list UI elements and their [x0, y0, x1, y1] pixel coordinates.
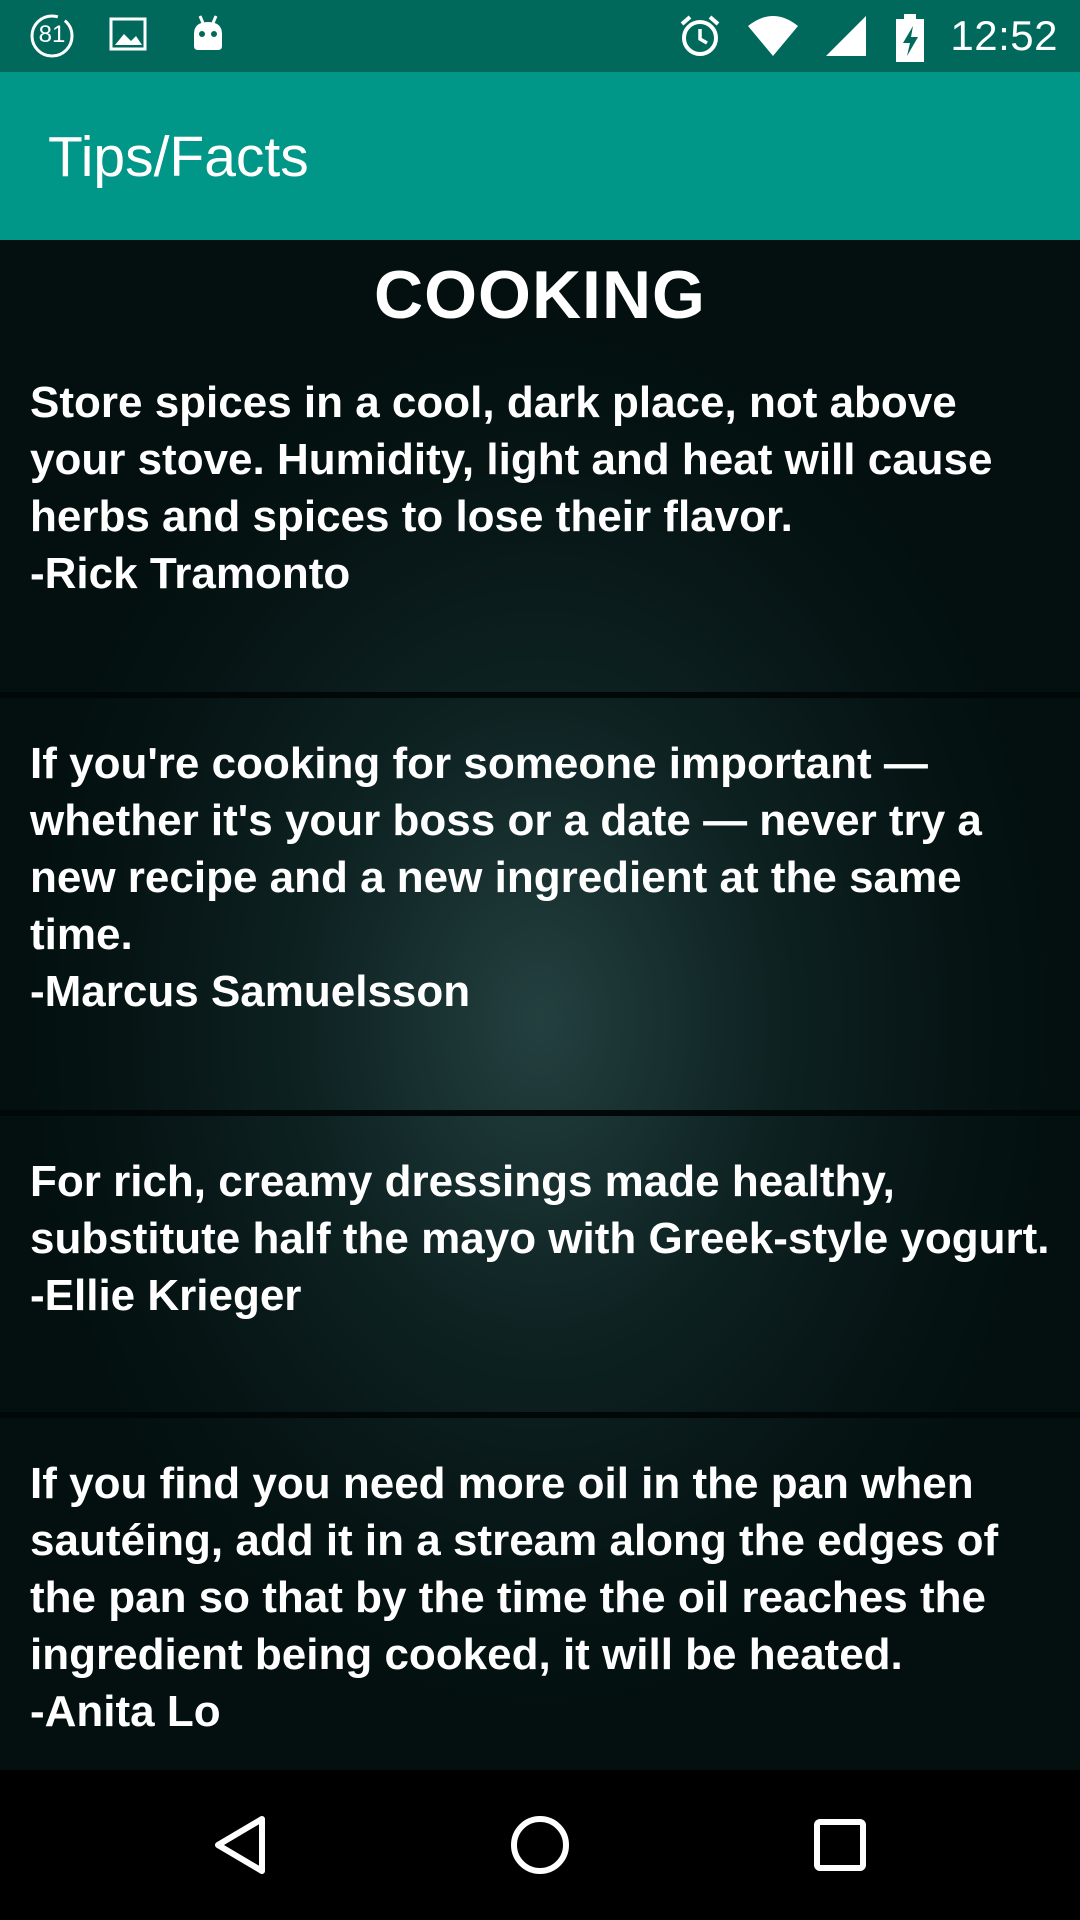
- back-button[interactable]: [200, 1805, 280, 1885]
- notification-count: 81: [38, 21, 66, 48]
- recents-icon: [814, 1819, 866, 1871]
- tip-author: -Rick Tramonto: [30, 549, 351, 598]
- tip-card[interactable]: For rich, creamy dressings made healthy,…: [0, 1153, 1080, 1324]
- status-right: 12:52: [676, 10, 1058, 62]
- tip-text: If you find you need more oil in the pan…: [30, 1459, 999, 1679]
- status-bar: 81 12:52: [0, 0, 1080, 72]
- tip-author: -Ellie Krieger: [30, 1271, 302, 1320]
- divider: [0, 1110, 1080, 1116]
- home-icon: [511, 1816, 569, 1874]
- tip-text: If you're cooking for someone important …: [30, 739, 982, 959]
- tip-text: Store spices in a cool, dark place, not …: [30, 378, 993, 541]
- tip-card[interactable]: Store spices in a cool, dark place, not …: [0, 374, 1080, 602]
- tip-text: For rich, creamy dressings made healthy,…: [30, 1157, 1050, 1263]
- android-icon: [184, 12, 232, 60]
- divider: [0, 1412, 1080, 1418]
- notification-count-icon: 81: [28, 12, 76, 60]
- signal-icon: [822, 12, 870, 60]
- status-left: 81: [28, 10, 232, 62]
- tip-author: -Marcus Samuelsson: [30, 967, 471, 1016]
- tips-content[interactable]: COOKING Store spices in a cool, dark pla…: [0, 240, 1080, 1770]
- navigation-bar: [0, 1770, 1080, 1920]
- tip-author: -Anita Lo: [30, 1687, 221, 1736]
- app-bar: Tips/Facts: [0, 72, 1080, 240]
- section-title: COOKING: [374, 257, 706, 333]
- home-button[interactable]: [500, 1805, 580, 1885]
- recents-button[interactable]: [800, 1805, 880, 1885]
- battery-charging-icon: [892, 12, 928, 62]
- tip-card[interactable]: If you find you need more oil in the pan…: [0, 1455, 1080, 1740]
- tip-card[interactable]: If you're cooking for someone important …: [0, 735, 1080, 1020]
- app-title: Tips/Facts: [48, 125, 309, 189]
- wifi-icon: [746, 12, 800, 60]
- divider: [0, 692, 1080, 698]
- alarm-icon: [676, 12, 724, 60]
- back-icon: [215, 1816, 265, 1874]
- image-icon: [106, 12, 154, 60]
- status-time: 12:52: [950, 12, 1058, 59]
